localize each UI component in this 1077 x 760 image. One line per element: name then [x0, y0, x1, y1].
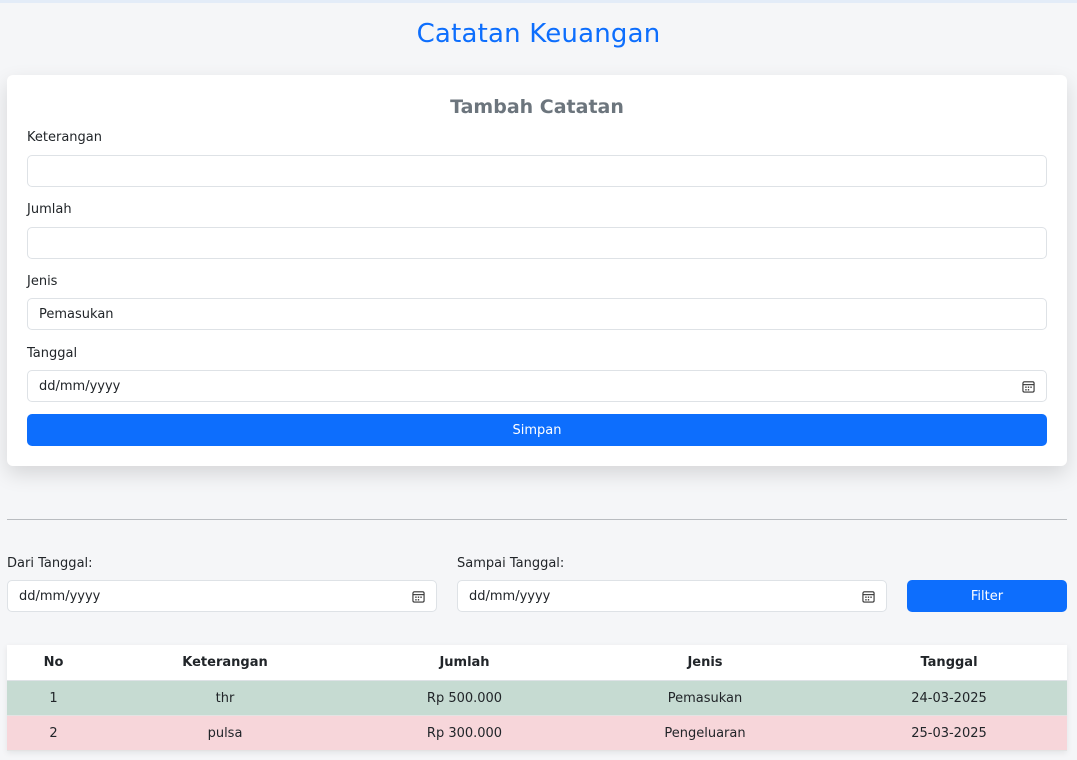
- to-date-input[interactable]: dd/mm/yyyy: [457, 580, 887, 612]
- calendar-icon[interactable]: [412, 590, 425, 603]
- records-table: No Keterangan Jumlah Jenis Tanggal 1 thr…: [7, 645, 1067, 751]
- cell-jumlah: Rp 500.000: [350, 680, 579, 716]
- from-date-label: Dari Tanggal:: [7, 556, 93, 571]
- calendar-icon[interactable]: [1022, 380, 1035, 393]
- to-date-label: Sampai Tanggal:: [457, 556, 565, 571]
- cell-jenis: Pengeluaran: [579, 715, 831, 751]
- keterangan-input[interactable]: [27, 155, 1047, 187]
- tanggal-placeholder: dd/mm/yyyy: [39, 378, 121, 394]
- jumlah-input[interactable]: [27, 227, 1047, 259]
- cell-no: 2: [7, 715, 100, 751]
- page-title: Catatan Keuangan: [416, 19, 661, 49]
- add-record-form: Tambah Catatan Keterangan Jumlah Jenis P…: [7, 75, 1067, 466]
- section-divider: [7, 519, 1067, 520]
- header-keterangan: Keterangan: [100, 645, 350, 681]
- cell-tanggal: 25-03-2025: [831, 715, 1067, 751]
- from-date-placeholder: dd/mm/yyyy: [19, 588, 101, 604]
- jenis-select[interactable]: Pemasukan: [27, 298, 1047, 330]
- header-jumlah: Jumlah: [350, 645, 579, 681]
- table-header-row: No Keterangan Jumlah Jenis Tanggal: [7, 645, 1067, 681]
- jenis-label: Jenis: [27, 274, 58, 289]
- table-row: 1 thr Rp 500.000 Pemasukan 24-03-2025: [7, 680, 1067, 716]
- keterangan-label: Keterangan: [27, 130, 102, 145]
- form-title: Tambah Catatan: [450, 96, 624, 118]
- tanggal-date-input[interactable]: dd/mm/yyyy: [27, 370, 1047, 402]
- cell-no: 1: [7, 680, 100, 716]
- to-date-placeholder: dd/mm/yyyy: [469, 588, 551, 604]
- jumlah-label: Jumlah: [27, 202, 72, 217]
- cell-keterangan: pulsa: [100, 715, 350, 751]
- tanggal-label: Tanggal: [27, 346, 78, 361]
- cell-tanggal: 24-03-2025: [831, 680, 1067, 716]
- header-no: No: [7, 645, 100, 681]
- header-tanggal: Tanggal: [831, 645, 1067, 681]
- cell-keterangan: thr: [100, 680, 350, 716]
- jenis-selected-value: Pemasukan: [39, 306, 114, 322]
- table-row: 2 pulsa Rp 300.000 Pengeluaran 25-03-202…: [7, 715, 1067, 751]
- cell-jumlah: Rp 300.000: [350, 715, 579, 751]
- filter-button[interactable]: Filter: [907, 580, 1067, 612]
- cell-jenis: Pemasukan: [579, 680, 831, 716]
- save-button[interactable]: Simpan: [27, 414, 1047, 446]
- header-jenis: Jenis: [579, 645, 831, 681]
- from-date-input[interactable]: dd/mm/yyyy: [7, 580, 437, 612]
- calendar-icon[interactable]: [862, 590, 875, 603]
